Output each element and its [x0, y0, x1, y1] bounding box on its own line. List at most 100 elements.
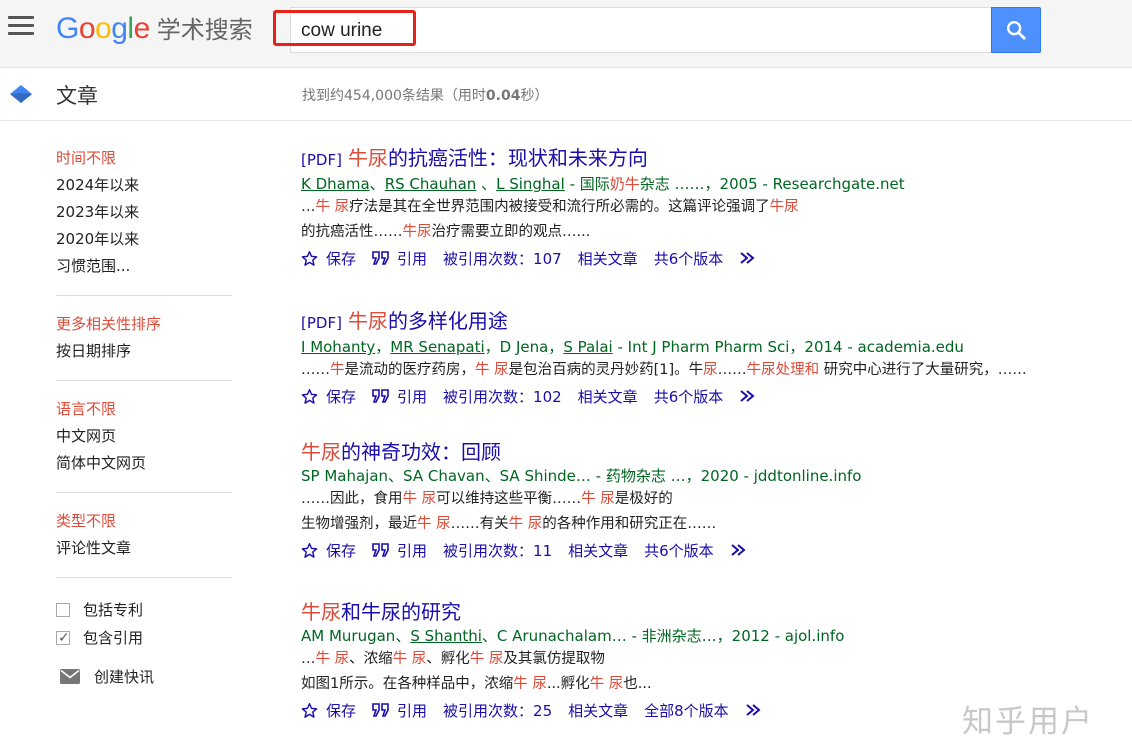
result-title-link[interactable]: [PDF] 牛尿的抗癌活性：现状和未来方向 [301, 144, 1111, 174]
star-icon [301, 542, 318, 558]
google-scholar-logo[interactable]: Google 学术搜索 [56, 10, 253, 46]
related-articles-link[interactable]: 相关文章 [568, 700, 628, 721]
author-text: 、C Arunachalam… - 非洲杂志…，2012 - ajol.info [481, 627, 845, 645]
author-text: ， [375, 338, 391, 356]
cited-by-link[interactable]: 被引用次数：11 [443, 540, 552, 561]
all-versions-link[interactable]: 共6个版本 [644, 540, 714, 561]
quote-icon [372, 251, 389, 265]
lang-any[interactable]: 语言不限 [56, 399, 232, 426]
snippet-highlight: 牛 尿 [315, 199, 350, 215]
snippet-text: ……因此，食用 [301, 491, 403, 507]
related-articles-link[interactable]: 相关文章 [578, 248, 638, 269]
menu-icon[interactable] [8, 16, 34, 38]
related-articles-link[interactable]: 相关文章 [578, 386, 638, 407]
save-label: 保存 [326, 701, 357, 720]
search-input[interactable] [301, 17, 901, 45]
result-authors: AM Murugan、S Shanthi、C Arunachalam… - 非洲… [301, 626, 1111, 647]
snippet-text: 的抗癌活性…… [301, 224, 403, 240]
author-link[interactable]: S Shanthi [410, 627, 482, 645]
sort-by-date[interactable]: 按日期排序 [56, 341, 232, 368]
all-versions-link[interactable]: 全部8个版本 [644, 700, 729, 721]
all-versions-link[interactable]: 共6个版本 [654, 248, 724, 269]
snippet-text: 是极好的 [614, 491, 673, 507]
author-link[interactable]: I Mohanty [301, 338, 375, 356]
type-group: 类型不限 评论性文章 [56, 511, 232, 578]
result-title-link[interactable]: 牛尿的神奇功效：回顾 [301, 438, 1111, 466]
time-since-2023[interactable]: 2023年以来 [56, 202, 232, 229]
envelope-icon [60, 669, 80, 684]
language-group: 语言不限 中文网页 简体中文网页 [56, 399, 232, 493]
author-link[interactable]: RS Chauhan [385, 175, 477, 193]
result-title-link[interactable]: [PDF] 牛尿的多样化用途 [301, 307, 1111, 337]
cite-label: 引用 [397, 541, 428, 560]
search-box [290, 7, 992, 53]
search-button[interactable] [991, 7, 1041, 53]
time-filter-group: 时间不限 2024年以来 2023年以来 2020年以来 习惯范围... [56, 148, 232, 296]
title-text: 的多样化用途 [387, 309, 508, 333]
snippet-highlight: 牛 尿 [589, 676, 624, 692]
more-button[interactable] [730, 543, 758, 557]
type-review-articles[interactable]: 评论性文章 [56, 538, 232, 565]
pdf-tag[interactable]: [PDF] [301, 151, 342, 169]
snippet-highlight: 牛尿 [402, 224, 432, 240]
result-authors: I Mohanty，MR Senapati，D Jena，S Palai - I… [301, 337, 1111, 358]
snippet-highlight: 牛 尿 [581, 491, 615, 507]
create-alert-label: 创建快讯 [94, 668, 155, 686]
save-button[interactable]: 保存 [301, 386, 356, 407]
author-text: - 国际 [564, 175, 610, 193]
time-since-2024[interactable]: 2024年以来 [56, 175, 232, 202]
search-icon [1007, 21, 1026, 40]
related-articles-link[interactable]: 相关文章 [568, 540, 628, 561]
cited-by-link[interactable]: 被引用次数：107 [443, 248, 562, 269]
time-since-2020[interactable]: 2020年以来 [56, 229, 232, 256]
lang-chinese-pages[interactable]: 中文网页 [56, 426, 232, 453]
cite-button[interactable]: 引用 [372, 386, 427, 407]
time-custom-range[interactable]: 习惯范围... [56, 256, 232, 283]
star-icon [301, 388, 318, 404]
snippet-text: 治疗需要立即的观点…... [431, 224, 591, 240]
lang-simplified-chinese[interactable]: 简体中文网页 [56, 453, 232, 480]
author-link[interactable]: S Palai [563, 338, 612, 356]
cited-by-link[interactable]: 被引用次数：102 [443, 386, 562, 407]
result-title-link[interactable]: 牛尿和牛尿的研究 [301, 598, 1111, 626]
snippet-text: …… [301, 362, 330, 378]
include-patents-checkbox[interactable] [56, 603, 70, 617]
more-chevrons-icon [740, 252, 755, 264]
include-patents-option[interactable]: 包括专利 [56, 596, 232, 624]
result-authors: SP Mahajan、SA Chavan、SA Shinde… - 药物杂志 …… [301, 466, 1111, 487]
include-citations-option[interactable]: 包含引用 [56, 624, 232, 652]
more-chevrons-icon [746, 704, 761, 716]
author-text: - Int J Pharm Pharm Sci，2014 - academia.… [612, 338, 964, 356]
type-any[interactable]: 类型不限 [56, 511, 232, 538]
title-highlight: 牛尿 [301, 440, 341, 464]
snippet-highlight: 牛 尿 [392, 651, 427, 667]
author-link[interactable]: K Dhama [301, 175, 370, 193]
time-any[interactable]: 时间不限 [56, 148, 232, 175]
include-citations-checkbox[interactable] [56, 628, 70, 648]
save-button[interactable]: 保存 [301, 700, 356, 721]
result-snippet: …牛 尿疗法是其在全世界范围内被接受和流行所必需的。这篇评论强调了牛尿 [301, 195, 1111, 220]
pdf-tag[interactable]: [PDF] [301, 314, 342, 332]
cite-button[interactable]: 引用 [372, 248, 427, 269]
result-authors: K Dhama、RS Chauhan 、L Singhal - 国际奶牛杂志 …… [301, 174, 1111, 195]
author-link[interactable]: L Singhal [496, 175, 565, 193]
title-highlight: 牛尿 [301, 600, 341, 624]
result-actions: 保存 引用 被引用次数：102 相关文章 共6个版本 [301, 383, 1111, 409]
snippet-text: … [301, 199, 316, 215]
snippet-text: 、孵化 [426, 651, 470, 667]
all-versions-link[interactable]: 共6个版本 [654, 386, 724, 407]
sort-by-relevance[interactable]: 更多相关性排序 [56, 314, 232, 341]
cited-by-link[interactable]: 被引用次数：25 [443, 700, 552, 721]
save-button[interactable]: 保存 [301, 248, 356, 269]
author-link[interactable]: MR Senapati [390, 338, 484, 356]
cite-button[interactable]: 引用 [372, 540, 427, 561]
more-button[interactable] [739, 389, 767, 403]
snippet-text: 的各种作用和研究正在…… [542, 516, 717, 532]
author-text: AM Murugan、 [301, 627, 411, 645]
create-alert-link[interactable]: 创建快讯 [56, 666, 232, 687]
save-button[interactable]: 保存 [301, 540, 356, 561]
more-button[interactable] [739, 251, 767, 265]
cite-button[interactable]: 引用 [372, 700, 427, 721]
more-button[interactable] [745, 703, 773, 717]
cite-label: 引用 [397, 387, 428, 406]
